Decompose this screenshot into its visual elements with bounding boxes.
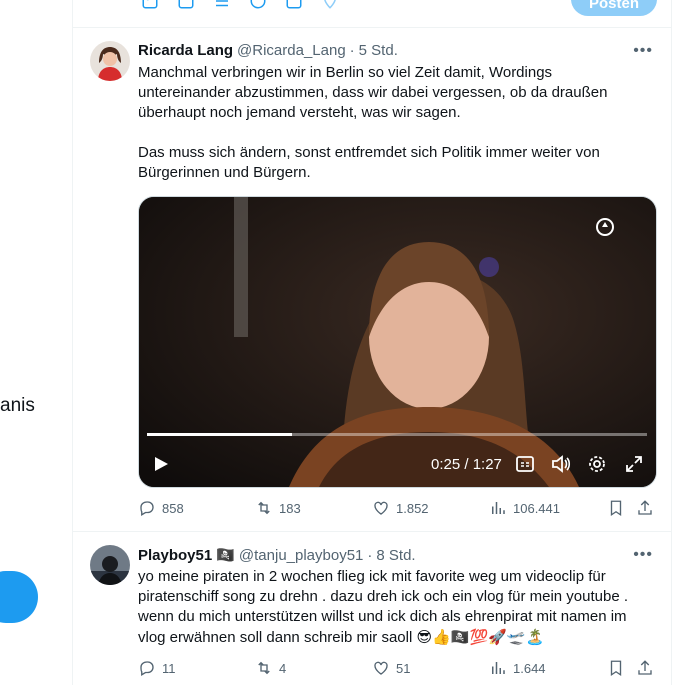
tweet-ricarda-lang[interactable]: Ricarda Lang @Ricarda_Lang · 5 Std. ••• …	[73, 28, 671, 532]
reply-count: 858	[162, 500, 184, 516]
like-count: 51	[396, 660, 411, 676]
tweet-text-line: yo meine piraten in 2 wochen flieg ick m…	[138, 568, 606, 585]
tweet-actions: 11 4 51 1.644	[138, 659, 658, 679]
fullscreen-icon[interactable]	[625, 455, 643, 473]
video-progress-track[interactable]	[147, 433, 647, 436]
emoji-icon[interactable]	[249, 0, 267, 10]
tweet-text-line: piratenschiff song zu drehn . dazu dreh …	[138, 588, 629, 605]
repost-icon	[258, 501, 270, 515]
tweet-text-line: untereinander abzustimmen, dass wir dabe…	[138, 84, 608, 101]
like-count: 1.852	[396, 500, 429, 516]
left-post-button[interactable]	[0, 571, 38, 623]
views-count: 1.644	[513, 660, 546, 676]
share-icon[interactable]	[636, 499, 654, 517]
timeline: Posten Ricarda Lang @Ricarda_Lang · 5 St…	[72, 0, 672, 685]
views-button[interactable]: 106.441	[489, 499, 560, 517]
repost-count: 4	[279, 660, 287, 676]
gif-icon[interactable]	[177, 0, 195, 10]
left-nav-text-fragment: anis	[0, 395, 35, 416]
tweet-text-line: wenn du mich unterstützen willst und ick…	[138, 608, 627, 625]
image-icon[interactable]	[141, 0, 159, 10]
share-icon[interactable]	[636, 659, 654, 677]
views-count: 106.441	[513, 500, 560, 516]
like-button[interactable]: 1.852	[372, 499, 429, 517]
like-button[interactable]: 51	[372, 659, 410, 677]
tweet-text-line: Das muss sich ändern, sonst entfremdet s…	[138, 144, 600, 161]
video-progress-fill	[147, 433, 292, 436]
reply-icon	[140, 661, 154, 676]
author-name[interactable]: Ricarda Lang	[138, 42, 233, 59]
views-chart-icon	[492, 662, 505, 674]
reply-icon	[140, 501, 154, 516]
emoji-sequence: 😎👍🏴‍☠️💯🚀🛫🏝️	[416, 628, 545, 646]
play-icon[interactable]	[152, 455, 170, 473]
views-chart-icon	[492, 502, 505, 514]
separator-dot: ·	[367, 546, 373, 564]
timestamp[interactable]: 8 Std.	[376, 547, 415, 564]
video-frame	[139, 197, 656, 487]
tweet-text-line: Manchmal verbringen wir in Berlin so vie…	[138, 64, 553, 81]
schedule-icon[interactable]	[285, 0, 303, 10]
video-time: 0:25 / 1:27	[431, 456, 502, 473]
captions-icon[interactable]	[516, 456, 534, 472]
more-options-icon[interactable]: •••	[633, 546, 653, 564]
tweet-text: yo meine piraten in 2 wochen flieg ick m…	[138, 567, 658, 648]
more-options-icon[interactable]: •••	[633, 42, 653, 60]
volume-icon[interactable]	[551, 455, 571, 473]
video-player[interactable]: 0:25 / 1:27	[138, 196, 657, 488]
repost-icon	[258, 661, 270, 675]
settings-gear-icon[interactable]	[588, 455, 606, 473]
tweet-text: Manchmal verbringen wir in Berlin so vie…	[138, 63, 658, 183]
author-name[interactable]: Playboy51	[138, 547, 212, 564]
separator-dot: ·	[349, 42, 355, 59]
reply-button[interactable]: 858	[138, 499, 184, 517]
reply-count: 11	[162, 660, 176, 676]
tweet-playboy51[interactable]: Playboy51 🏴‍☠️ @tanju_playboy51 · 8 Std.…	[73, 532, 671, 685]
timestamp[interactable]: 5 Std.	[359, 42, 398, 59]
heart-icon	[374, 661, 388, 675]
author-handle[interactable]: @Ricarda_Lang	[237, 42, 346, 59]
pirate-flag-icon: 🏴‍☠️	[216, 546, 235, 564]
post-button[interactable]: Posten	[571, 0, 657, 16]
views-button[interactable]: 1.644	[489, 659, 546, 677]
avatar[interactable]	[90, 41, 130, 81]
tweet-actions: 858 183 1.852 106.441	[138, 499, 658, 519]
reply-button[interactable]: 11	[138, 659, 176, 677]
heart-icon	[374, 501, 388, 515]
repost-button[interactable]: 4	[255, 659, 286, 677]
poll-icon[interactable]	[213, 0, 231, 10]
repost-count: 183	[279, 500, 301, 516]
tweet-text-line: überhaupt noch jemand versteht, was wir …	[138, 104, 461, 121]
bookmark-icon[interactable]	[607, 659, 625, 677]
bookmark-icon[interactable]	[607, 499, 625, 517]
avatar[interactable]	[90, 545, 130, 585]
composer-toolbar: Posten	[73, 0, 671, 28]
tweet-text-line: vlog erwähnen soll dann schreib mir saol…	[138, 629, 413, 646]
tweet-text-line: Bürgerinnen und Bürgern.	[138, 164, 311, 181]
location-icon[interactable]	[321, 0, 339, 10]
broadcast-logo-icon	[596, 218, 614, 236]
repost-button[interactable]: 183	[255, 499, 301, 517]
author-handle[interactable]: @tanju_playboy51	[239, 547, 363, 564]
